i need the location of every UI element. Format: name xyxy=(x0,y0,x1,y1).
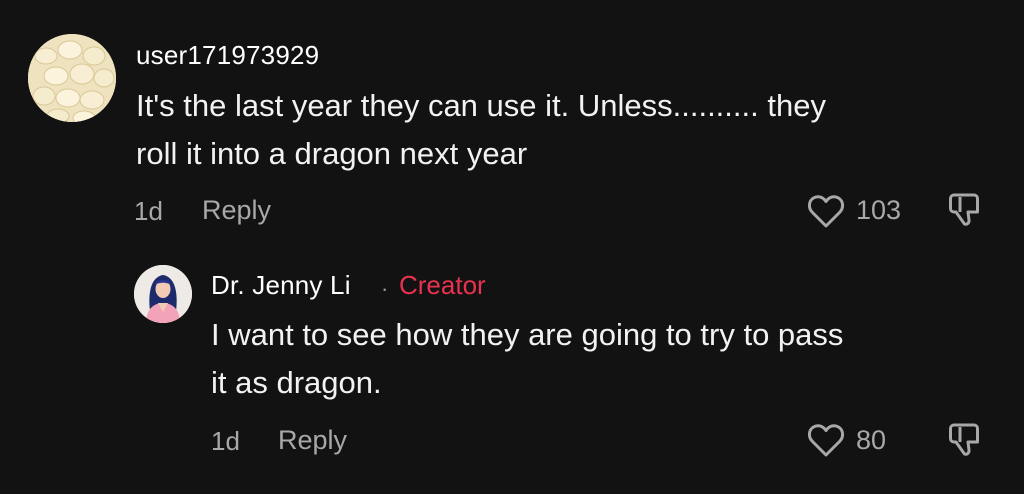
thumbs-down-icon[interactable] xyxy=(946,420,986,460)
thumbs-down-icon[interactable] xyxy=(946,190,986,230)
comment-text-line: it as dragon. xyxy=(211,365,382,400)
creator-badge: Creator xyxy=(399,270,486,300)
like-count: 80 xyxy=(856,425,887,455)
comment-username[interactable]: user171973929 xyxy=(136,40,319,71)
like-count: 103 xyxy=(856,195,902,225)
comment-text: I want to see how they are going to try … xyxy=(211,311,991,407)
comment-text-line: I want to see how they are going to try … xyxy=(211,317,844,352)
comment-username[interactable]: Dr. Jenny Li xyxy=(211,270,351,301)
reply-button[interactable]: Reply xyxy=(202,195,271,226)
heart-outline-icon[interactable] xyxy=(806,193,846,229)
comment-timestamp: 1d xyxy=(134,196,163,226)
comment-text-line: It's the last year they can use it. Unle… xyxy=(136,88,826,123)
heart-outline-icon[interactable] xyxy=(806,422,846,458)
user-avatar[interactable] xyxy=(28,34,116,122)
person-avatar-icon xyxy=(134,265,192,323)
user-avatar[interactable] xyxy=(134,265,192,323)
comment-timestamp: 1d xyxy=(211,426,240,456)
comment-text: It's the last year they can use it. Unle… xyxy=(136,82,966,178)
comment-item: user171973929 It's the last year they ca… xyxy=(0,0,1024,250)
comment-text-line: roll it into a dragon next year xyxy=(136,136,528,171)
separator-dot: · xyxy=(381,276,389,301)
reply-item: Dr. Jenny Li · Creator I want to see how… xyxy=(0,250,1024,494)
garlic-avatar-icon xyxy=(28,34,116,122)
reply-button[interactable]: Reply xyxy=(278,425,347,456)
